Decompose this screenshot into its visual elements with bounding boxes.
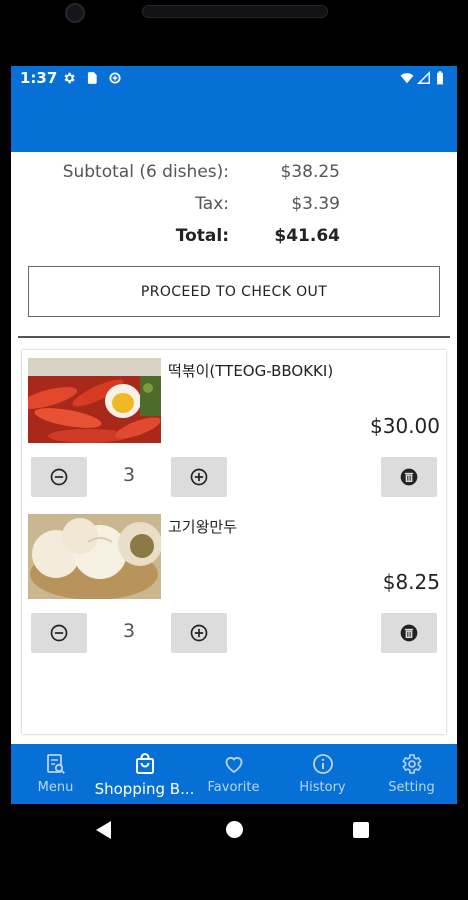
proceed-to-checkout-button[interactable]: PROCEED TO CHECK OUT: [28, 266, 440, 317]
nav-shopping-bag-label: Shopping B...: [94, 780, 195, 798]
dish-image-tteokbokki: [28, 358, 161, 443]
decrease-quantity-button[interactable]: [31, 457, 87, 497]
item-name: 고기왕만두: [168, 518, 238, 536]
subtotal-row: Subtotal (6 dishes): $38.25: [11, 162, 457, 188]
item-price: $8.25: [382, 570, 440, 594]
quantity-value: 3: [122, 620, 136, 642]
earpiece-speaker: [142, 5, 328, 18]
home-icon[interactable]: [226, 821, 243, 838]
plus-circle-icon: [190, 624, 208, 642]
system-navigation-bar: [0, 804, 468, 860]
menu-search-icon: [47, 754, 65, 774]
heart-icon: [225, 757, 243, 774]
tax-label: Tax:: [195, 194, 229, 214]
nav-menu-label: Menu: [37, 780, 74, 795]
quantity-value: 3: [122, 464, 136, 486]
app-screen: 1:37 Subtotal (6 dishes): $38.25 Tax: $3…: [11, 66, 457, 804]
delete-item-button[interactable]: [381, 457, 437, 497]
minus-circle-icon: [50, 468, 68, 486]
trash-icon: [400, 624, 418, 642]
phone-frame: 1:37 Subtotal (6 dishes): $38.25 Tax: $3…: [0, 0, 468, 900]
cart-item: 떡볶이(TTEOG-BBOKKI) $30.00 3: [22, 350, 446, 500]
delete-item-button[interactable]: [381, 613, 437, 653]
tax-row: Tax: $3.39: [11, 194, 457, 220]
cart-list[interactable]: 떡볶이(TTEOG-BBOKKI) $30.00 3 고기왕만두 $8.25 3: [22, 350, 446, 734]
nav-setting-label: Setting: [388, 780, 435, 795]
front-camera: [65, 3, 85, 23]
total-label: Total:: [175, 226, 229, 246]
status-time: 1:37: [20, 69, 58, 87]
app-toolbar: [11, 92, 457, 152]
trash-icon: [400, 468, 418, 486]
status-bar: 1:37: [11, 66, 457, 92]
total-row: Total: $41.64: [11, 226, 457, 252]
back-icon[interactable]: [94, 820, 112, 840]
nav-setting[interactable]: Setting: [367, 744, 456, 804]
item-name: 떡볶이(TTEOG-BBOKKI): [168, 362, 334, 380]
shopping-bag-icon: [136, 753, 154, 774]
increase-quantity-button[interactable]: [171, 457, 227, 497]
bottom-navigation: Menu Shopping B... Favorite History Sett…: [11, 744, 457, 804]
increase-quantity-button[interactable]: [171, 613, 227, 653]
wifi-icon: [400, 73, 414, 84]
subtotal-value: $38.25: [280, 162, 340, 182]
gear-icon: [64, 72, 75, 84]
info-icon: [313, 754, 333, 774]
tax-value: $3.39: [291, 194, 340, 214]
signal-icon: [417, 71, 430, 84]
nav-menu[interactable]: Menu: [11, 744, 100, 804]
battery-icon: [437, 71, 443, 85]
item-price: $30.00: [370, 414, 440, 438]
plus-circle-icon: [190, 468, 208, 486]
total-value: $41.64: [274, 226, 340, 246]
subtotal-label: Subtotal (6 dishes):: [62, 162, 229, 182]
nav-favorite-label: Favorite: [207, 780, 260, 795]
nav-shopping-bag[interactable]: Shopping B...: [95, 744, 194, 804]
nav-favorite[interactable]: Favorite: [189, 744, 278, 804]
gear-icon: [402, 754, 422, 774]
section-divider: [18, 336, 450, 338]
recents-icon[interactable]: [353, 822, 369, 838]
sim-card-icon: [87, 72, 97, 84]
nav-history-label: History: [299, 780, 346, 795]
data-saver-icon: [109, 72, 121, 84]
nav-history[interactable]: History: [278, 744, 367, 804]
minus-circle-icon: [50, 624, 68, 642]
dish-image-mandu: [28, 514, 161, 599]
decrease-quantity-button[interactable]: [31, 613, 87, 653]
cart-item: 고기왕만두 $8.25 3: [22, 506, 446, 656]
